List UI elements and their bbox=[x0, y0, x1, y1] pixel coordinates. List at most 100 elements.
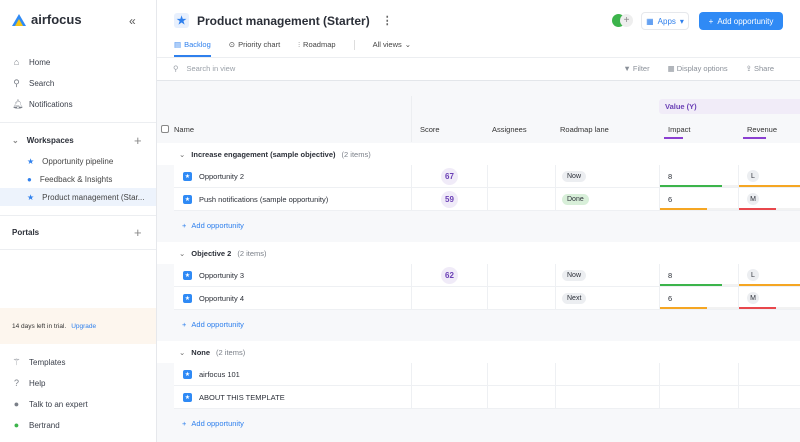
table-icon: ▤ bbox=[174, 40, 181, 49]
nav-templates[interactable]: ⚚Templates bbox=[12, 357, 65, 368]
search-input[interactable]: ⚲Search in view bbox=[173, 64, 235, 73]
portals-header[interactable]: Portals bbox=[12, 228, 39, 237]
assignees-cell[interactable] bbox=[487, 264, 555, 286]
revenue-cell[interactable] bbox=[738, 386, 800, 408]
group-header[interactable]: ⌄Increase engagement (sample objective)(… bbox=[157, 143, 800, 165]
roadmap-lane-cell[interactable] bbox=[555, 386, 659, 408]
star-icon: ★ bbox=[27, 157, 34, 166]
column-header-roadmap-lane[interactable]: Roadmap lane bbox=[560, 125, 609, 134]
assignees-cell[interactable] bbox=[487, 188, 555, 210]
impact-value: 8 bbox=[668, 271, 672, 280]
nav-help[interactable]: ?Help bbox=[12, 378, 45, 388]
tab-priority-chart[interactable]: ⊙Priority chart bbox=[229, 40, 280, 57]
nav-search[interactable]: ⚲Search bbox=[12, 78, 54, 89]
column-header-assignees[interactable]: Assignees bbox=[492, 125, 527, 134]
table-row[interactable]: ★ABOUT THIS TEMPLATE bbox=[174, 386, 800, 409]
chevron-down-icon[interactable]: ⌄ bbox=[179, 150, 185, 159]
impact-cell[interactable]: 8 bbox=[659, 264, 738, 286]
apps-button[interactable]: ▦Apps▾ bbox=[641, 12, 689, 30]
chat-bubble-icon: ● bbox=[27, 175, 32, 184]
roadmap-lane-cell[interactable]: Done bbox=[555, 188, 659, 210]
name-cell[interactable]: ★Opportunity 4 bbox=[174, 287, 412, 309]
revenue-value: L bbox=[747, 170, 759, 182]
add-portal-icon[interactable]: + bbox=[134, 225, 142, 240]
workspace-product-management[interactable]: ★Product management (Star... bbox=[0, 188, 156, 206]
nav-talk-expert[interactable]: ●Talk to an expert bbox=[12, 399, 88, 409]
opportunity-star-icon: ★ bbox=[183, 294, 192, 303]
impact-cell[interactable] bbox=[659, 363, 738, 385]
invite-icon[interactable]: + bbox=[620, 14, 633, 27]
revenue-cell[interactable]: L bbox=[738, 264, 800, 286]
tab-backlog[interactable]: ▤Backlog bbox=[174, 40, 211, 57]
chat-icon: ● bbox=[12, 399, 21, 409]
logo[interactable]: airfocus bbox=[12, 12, 82, 27]
assignees-cell[interactable] bbox=[487, 386, 555, 408]
impact-cell[interactable]: 6 bbox=[659, 287, 738, 309]
impact-cell[interactable]: 8 bbox=[659, 165, 738, 187]
group-header[interactable]: ⌄Objective 2(2 items) bbox=[157, 242, 800, 264]
opportunity-name: airfocus 101 bbox=[199, 370, 240, 379]
column-header-score[interactable]: Score bbox=[420, 125, 440, 134]
add-workspace-icon[interactable]: + bbox=[134, 133, 142, 148]
revenue-cell[interactable]: M bbox=[738, 188, 800, 210]
select-all-checkbox[interactable] bbox=[161, 125, 169, 133]
tab-roadmap[interactable]: ⫶Roadmap bbox=[298, 40, 335, 57]
filter-icon: ▼ bbox=[623, 64, 633, 73]
main: ★Product management (Starter)⋮ + ▦Apps▾ … bbox=[157, 0, 800, 442]
collapse-sidebar-icon[interactable]: « bbox=[129, 14, 136, 28]
table-row[interactable]: ★ airfocus 101 bbox=[174, 363, 800, 386]
nav-user[interactable]: ●Bertrand bbox=[12, 420, 60, 430]
workspaces-header[interactable]: ⌄Workspaces bbox=[12, 136, 74, 145]
display-options-button[interactable]: ▦ Display options bbox=[668, 64, 728, 73]
assignees-cell[interactable] bbox=[487, 287, 555, 309]
column-header-impact[interactable]: Impact bbox=[668, 125, 691, 134]
table-row[interactable]: ★Opportunity 267Now8L bbox=[174, 165, 800, 188]
group-header[interactable]: ⌄None(2 items) bbox=[157, 341, 800, 363]
revenue-bar bbox=[739, 307, 776, 309]
name-cell[interactable]: ★ABOUT THIS TEMPLATE bbox=[174, 386, 412, 408]
table-row[interactable]: ★Opportunity 4 Next6M bbox=[174, 287, 800, 310]
upgrade-link[interactable]: Upgrade bbox=[71, 323, 96, 330]
tab-all-views[interactable]: All views⌄ bbox=[373, 40, 411, 57]
revenue-cell[interactable]: M bbox=[738, 287, 800, 309]
roadmap-lane-cell[interactable]: Next bbox=[555, 287, 659, 309]
assignees-cell[interactable] bbox=[487, 363, 555, 385]
workspace-feedback[interactable]: ●Feedback & Insights bbox=[0, 170, 156, 188]
revenue-cell[interactable]: L bbox=[738, 165, 800, 187]
nav-home[interactable]: ⌂Home bbox=[12, 57, 50, 67]
assignees-cell[interactable] bbox=[487, 165, 555, 187]
roadmap-lane-cell[interactable] bbox=[555, 363, 659, 385]
lane-badge: Now bbox=[562, 270, 586, 281]
name-cell[interactable]: ★Push notifications (sample opportunity) bbox=[174, 188, 412, 210]
workspace-label: Opportunity pipeline bbox=[42, 157, 113, 166]
name-cell[interactable]: ★ airfocus 101 bbox=[174, 363, 412, 385]
add-opportunity-row[interactable]: +Add opportunity bbox=[182, 419, 244, 428]
nav-label: Search bbox=[29, 79, 54, 88]
table-row[interactable]: ★Opportunity 362Now8L bbox=[174, 264, 800, 287]
column-header-name[interactable]: Name bbox=[174, 125, 194, 134]
chevron-down-icon[interactable]: ⌄ bbox=[179, 348, 185, 357]
more-options-icon[interactable]: ⋮ bbox=[382, 14, 393, 27]
chevron-down-icon: ⌄ bbox=[12, 136, 19, 145]
score-cell bbox=[411, 386, 487, 408]
opportunity-star-icon: ★ bbox=[183, 370, 192, 379]
add-opportunity-button[interactable]: +Add opportunity bbox=[699, 12, 783, 30]
share-label: Share bbox=[754, 64, 774, 73]
share-button[interactable]: ⇪ Share bbox=[746, 64, 774, 73]
roadmap-lane-cell[interactable]: Now bbox=[555, 165, 659, 187]
chevron-down-icon[interactable]: ⌄ bbox=[179, 249, 185, 258]
name-cell[interactable]: ★Opportunity 3 bbox=[174, 264, 412, 286]
tab-label: Priority chart bbox=[238, 40, 280, 49]
column-header-revenue[interactable]: Revenue bbox=[747, 125, 777, 134]
impact-cell[interactable]: 6 bbox=[659, 188, 738, 210]
add-opportunity-row[interactable]: +Add opportunity bbox=[182, 320, 244, 329]
add-opportunity-row[interactable]: +Add opportunity bbox=[182, 221, 244, 230]
filter-button[interactable]: ▼ Filter bbox=[623, 64, 649, 73]
nav-notifications[interactable]: 🔔︎Notifications bbox=[12, 99, 73, 110]
roadmap-lane-cell[interactable]: Now bbox=[555, 264, 659, 286]
name-cell[interactable]: ★Opportunity 2 bbox=[174, 165, 412, 187]
revenue-cell[interactable] bbox=[738, 363, 800, 385]
table-row[interactable]: ★Push notifications (sample opportunity)… bbox=[174, 188, 800, 211]
impact-cell[interactable] bbox=[659, 386, 738, 408]
workspace-opportunity-pipeline[interactable]: ★ Opportunity pipeline bbox=[0, 152, 156, 170]
